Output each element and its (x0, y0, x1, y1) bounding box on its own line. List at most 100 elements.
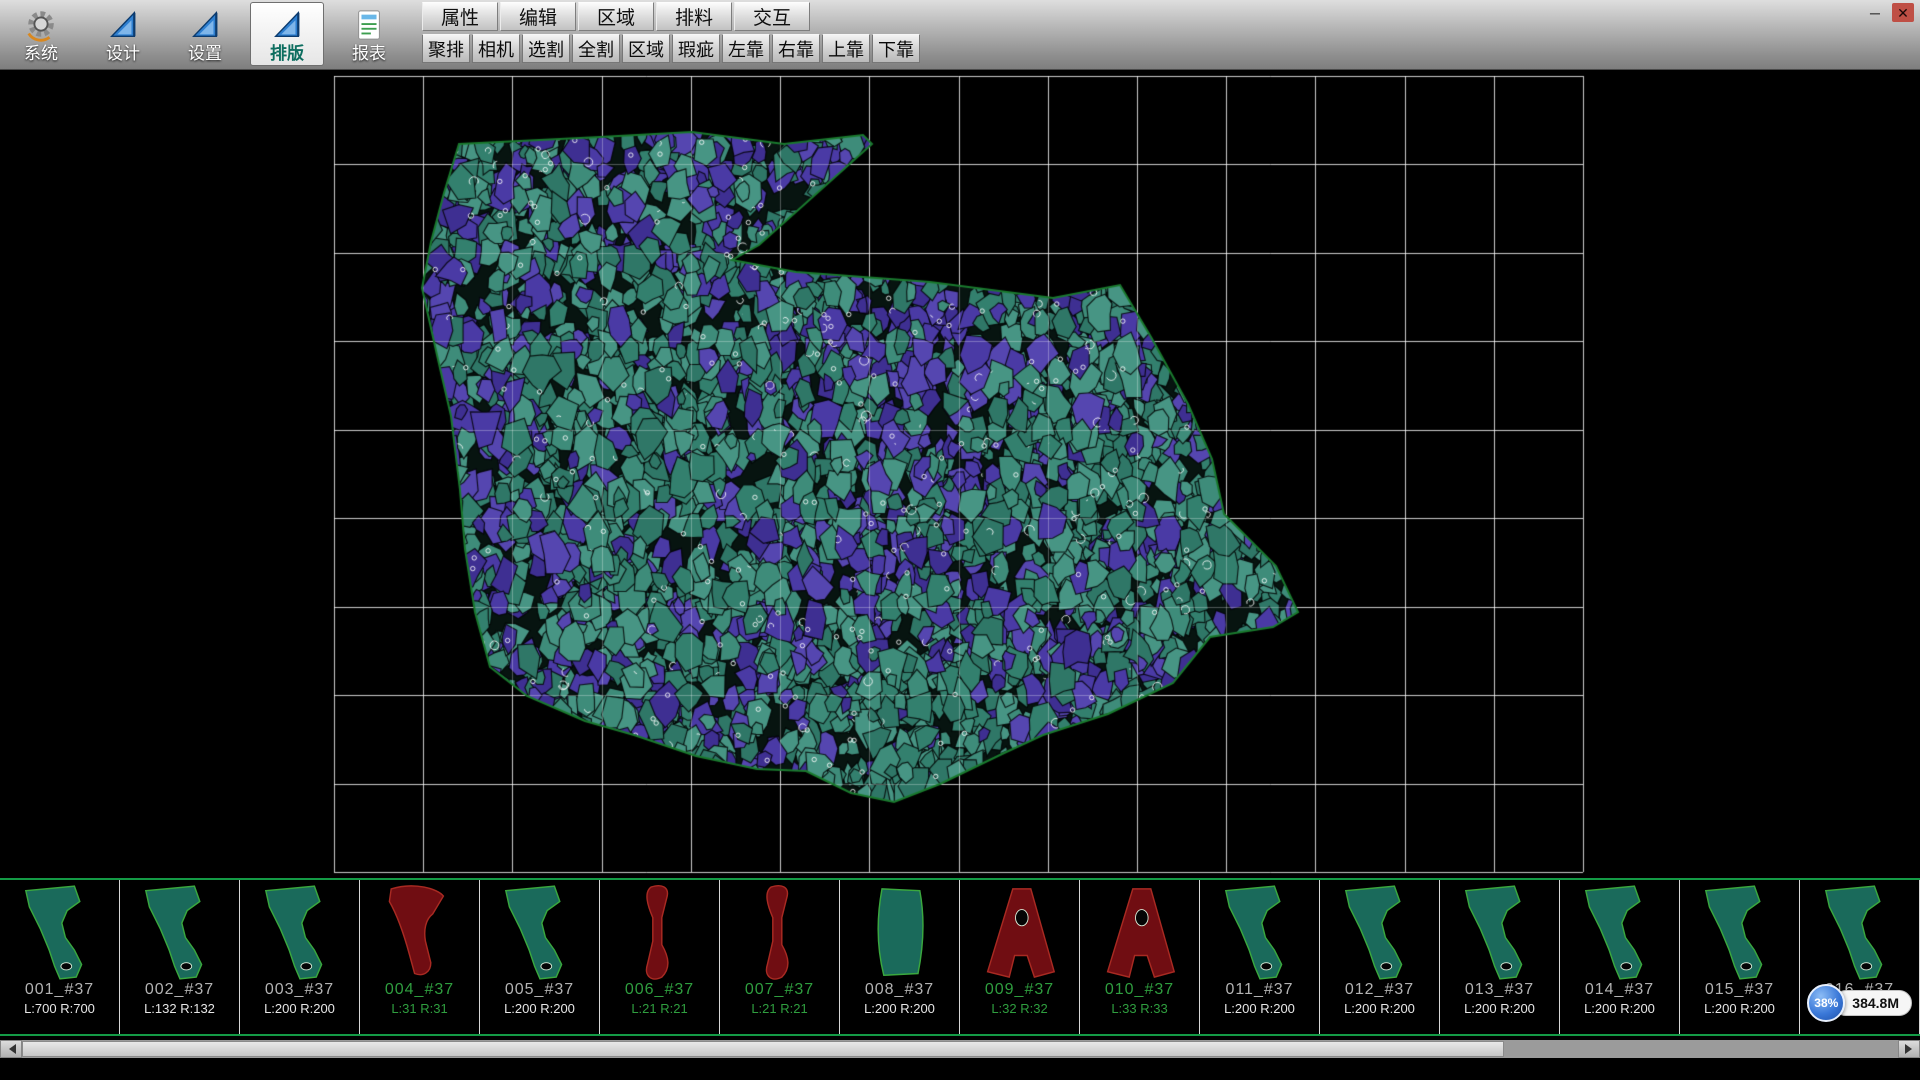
piece-shape-icon (495, 882, 585, 984)
piece-thumbnail[interactable]: 011_#37 L:200 R:200 (1200, 880, 1320, 1034)
minimize-button[interactable]: ─ (1864, 3, 1886, 22)
piece-thumbnail[interactable]: 009_#37 L:32 R:32 (960, 880, 1080, 1034)
toolbar-button-nesting[interactable]: 排版 (250, 2, 324, 66)
scroll-right-button[interactable] (1898, 1040, 1920, 1058)
toolbar-button-settings[interactable]: 设置 (168, 2, 242, 66)
piece-id: 009_#37 (985, 982, 1054, 998)
piece-thumbnail[interactable]: 015_#37 L:200 R:200 (1680, 880, 1800, 1034)
piece-thumbnail[interactable]: 003_#37 L:200 R:200 (240, 880, 360, 1034)
action-button[interactable]: 相机 (472, 34, 520, 63)
action-buttons: 聚排 相机 选割 全割 区域 瑕疵 左靠 右靠 上靠 下靠 (422, 34, 920, 64)
scroll-left-icon (4, 1044, 16, 1054)
piece-id: 010_#37 (1105, 982, 1174, 998)
piece-id: 011_#37 (1225, 982, 1293, 998)
close-button[interactable]: ✕ (1892, 3, 1914, 22)
piece-thumbnail[interactable]: 014_#37 L:200 R:200 (1560, 880, 1680, 1034)
toolbar-button-label: 报表 (352, 45, 386, 62)
toolbar-button-label: 设置 (188, 45, 222, 62)
piece-id: 003_#37 (265, 982, 334, 998)
piece-sizes: L:31 R:31 (391, 1002, 447, 1015)
piece-strip: 001_#37 L:700 R:700 002_#37 L:132 R:132 … (0, 878, 1920, 1036)
scroll-right-icon (1905, 1044, 1917, 1054)
piece-shape-icon (1335, 882, 1425, 984)
piece-id: 007_#37 (745, 982, 814, 998)
toolbar-button-design[interactable]: 设计 (86, 2, 160, 66)
piece-sizes: L:200 R:200 (1464, 1002, 1535, 1015)
main-toolbar: 系统 设计 设置 (4, 2, 406, 68)
piece-sizes: L:200 R:200 (264, 1002, 335, 1015)
action-button[interactable]: 瑕疵 (672, 34, 720, 63)
piece-shape-icon (255, 882, 345, 984)
piece-shape-icon (1695, 882, 1785, 984)
piece-shape-icon (1095, 882, 1185, 984)
piece-shape-icon (135, 882, 225, 984)
menu-tabs: 属性 编辑 区域 排料 交互 (422, 2, 810, 32)
piece-id: 015_#37 (1705, 982, 1774, 998)
piece-thumbnail[interactable]: 007_#37 L:21 R:21 (720, 880, 840, 1034)
toolbar-button-label: 排版 (270, 45, 304, 62)
piece-id: 002_#37 (145, 982, 214, 998)
piece-sizes: L:21 R:21 (631, 1002, 687, 1015)
action-button[interactable]: 区域 (622, 34, 670, 63)
nesting-viewport (0, 70, 1920, 878)
piece-shape-icon (375, 882, 465, 984)
report-document-icon (353, 7, 385, 43)
piece-sizes: L:200 R:200 (1344, 1002, 1415, 1015)
piece-thumbnail[interactable]: 005_#37 L:200 R:200 (480, 880, 600, 1034)
piece-thumbnail[interactable]: 004_#37 L:31 R:31 (360, 880, 480, 1034)
memory-pill: 384.8M (1833, 990, 1912, 1016)
action-button[interactable]: 选割 (522, 34, 570, 63)
nesting-canvas[interactable] (0, 70, 1920, 878)
piece-shape-icon (735, 882, 825, 984)
scrollbar-track[interactable] (22, 1040, 1898, 1058)
menu-tab[interactable]: 交互 (734, 2, 810, 31)
piece-sizes: L:32 R:32 (991, 1002, 1047, 1015)
action-button[interactable]: 全割 (572, 34, 620, 63)
piece-id: 004_#37 (385, 982, 454, 998)
piece-id: 014_#37 (1585, 982, 1654, 998)
toolbar-button-system[interactable]: 系统 (4, 2, 78, 66)
piece-id: 001_#37 (25, 982, 94, 998)
memory-value: 384.8M (1852, 995, 1899, 1011)
piece-shape-icon (1455, 882, 1545, 984)
scroll-left-button[interactable] (0, 1040, 22, 1058)
menu-tab[interactable]: 区域 (578, 2, 654, 31)
piece-thumbnail[interactable]: 008_#37 L:200 R:200 (840, 880, 960, 1034)
piece-sizes: L:21 R:21 (751, 1002, 807, 1015)
piece-shape-icon (975, 882, 1065, 984)
menu-tab[interactable]: 属性 (422, 2, 498, 31)
piece-shape-icon (15, 882, 105, 984)
settings-sail-icon (189, 7, 221, 43)
piece-sizes: L:700 R:700 (24, 1002, 95, 1015)
menu-tab[interactable]: 编辑 (500, 2, 576, 31)
piece-shape-icon (1215, 882, 1305, 984)
nesting-sail-icon (271, 7, 303, 43)
titlebar: 系统 设计 设置 (0, 0, 1920, 70)
piece-thumbnail[interactable]: 002_#37 L:132 R:132 (120, 880, 240, 1034)
piece-shape-icon (1575, 882, 1665, 984)
window-controls: ─ ✕ (1864, 3, 1914, 22)
scrollbar-thumb[interactable] (22, 1041, 1504, 1057)
piece-shape-icon (855, 882, 945, 984)
action-button[interactable]: 右靠 (772, 34, 820, 63)
piece-thumbnail[interactable]: 006_#37 L:21 R:21 (600, 880, 720, 1034)
piece-thumbnail[interactable]: 010_#37 L:33 R:33 (1080, 880, 1200, 1034)
progress-percent: 38% (1814, 996, 1838, 1010)
menu-tab[interactable]: 排料 (656, 2, 732, 31)
piece-thumbnail[interactable]: 013_#37 L:200 R:200 (1440, 880, 1560, 1034)
action-button[interactable]: 聚排 (422, 34, 470, 63)
piece-id: 013_#37 (1465, 982, 1534, 998)
action-button[interactable]: 左靠 (722, 34, 770, 63)
piece-sizes: L:200 R:200 (864, 1002, 935, 1015)
piece-shape-icon (615, 882, 705, 984)
action-button[interactable]: 上靠 (822, 34, 870, 63)
piece-thumbnail[interactable]: 012_#37 L:200 R:200 (1320, 880, 1440, 1034)
piece-sizes: L:200 R:200 (1224, 1002, 1295, 1015)
toolbar-button-report[interactable]: 报表 (332, 2, 406, 66)
piece-sizes: L:200 R:200 (1704, 1002, 1775, 1015)
piece-thumbnail[interactable]: 001_#37 L:700 R:700 (0, 880, 120, 1034)
piece-sizes: L:132 R:132 (144, 1002, 215, 1015)
piece-id: 006_#37 (625, 982, 694, 998)
action-button[interactable]: 下靠 (872, 34, 920, 63)
piece-sizes: L:33 R:33 (1111, 1002, 1167, 1015)
